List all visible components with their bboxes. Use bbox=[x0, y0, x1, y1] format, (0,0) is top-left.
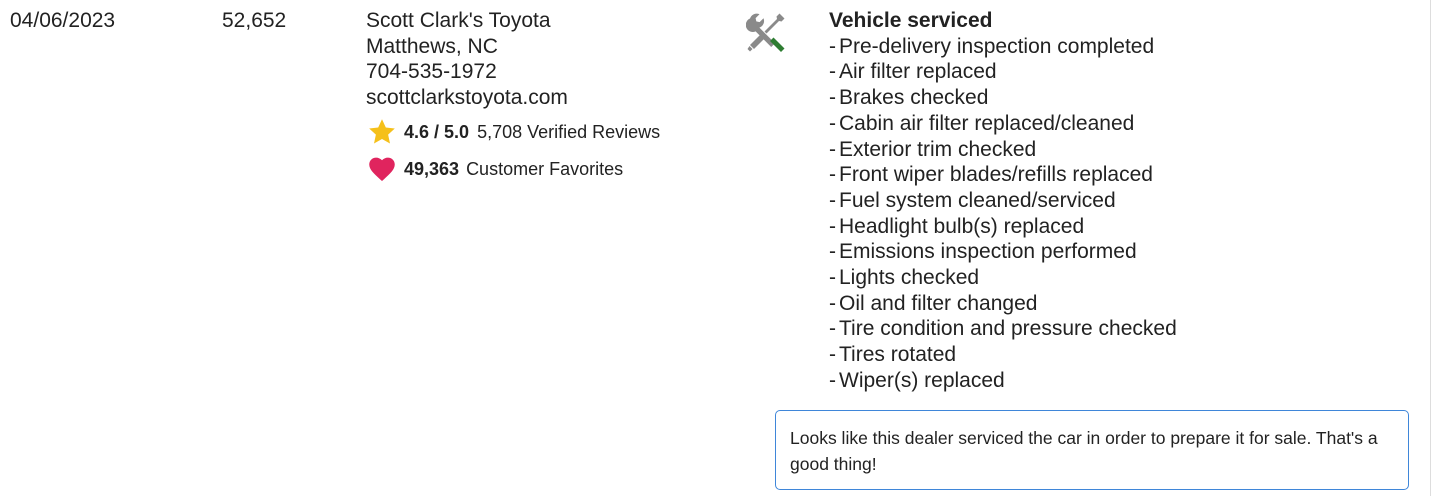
row-divider bbox=[1430, 0, 1431, 496]
star-icon bbox=[369, 119, 395, 144]
dealer-rating[interactable]: 4.6 / 5.0 5,708 Verified Reviews bbox=[366, 117, 726, 147]
heart-icon bbox=[369, 157, 395, 181]
list-item: - Brakes checked bbox=[829, 86, 989, 110]
list-item: - Exterior trim checked bbox=[829, 137, 1037, 161]
list-item: - Tire condition and pressure checked bbox=[829, 317, 1177, 341]
service-details: Vehicle serviced - Pre-delivery inspectio… bbox=[829, 8, 1429, 394]
dealer-website[interactable]: scottclarkstoyota.com bbox=[366, 85, 726, 111]
list-item: - Front wiper blades/refills replaced bbox=[829, 163, 1153, 187]
list-item: - Pre-delivery inspection completed bbox=[829, 34, 1155, 58]
dealer-favorites[interactable]: 49,363 Customer Favorites bbox=[366, 154, 726, 184]
list-item: - Air filter replaced bbox=[829, 60, 997, 84]
dealer-note-text: Looks like this dealer serviced the car … bbox=[790, 428, 1378, 474]
dealer-location: Matthews, NC bbox=[366, 34, 498, 58]
dealer-note-box: Looks like this dealer serviced the car … bbox=[775, 410, 1409, 490]
list-item: - Fuel system cleaned/serviced bbox=[829, 188, 1116, 212]
list-item: - Lights checked bbox=[829, 266, 980, 290]
rating-score: 4.6 / 5.0 bbox=[404, 121, 470, 142]
rating-reviews: 5,708 Verified Reviews bbox=[477, 121, 661, 142]
details-list: - Pre-delivery inspection completed - Air … bbox=[829, 34, 1429, 394]
dealer-name: Scott Clark's Toyota bbox=[366, 9, 551, 32]
list-item: - Emissions inspection performed bbox=[829, 240, 1137, 264]
details-title: Vehicle serviced bbox=[829, 9, 993, 32]
record-mileage: 52,652 bbox=[222, 9, 287, 32]
list-item: - Wiper(s) replaced bbox=[829, 368, 1005, 392]
record-date: 04/06/2023 bbox=[10, 9, 116, 32]
record-source: Scott Clark's Toyota Matthews, NC 704-53… bbox=[366, 8, 726, 184]
service-icon-cell bbox=[745, 11, 788, 53]
dealer-phone[interactable]: 704-535-1972 bbox=[366, 59, 726, 85]
list-item: - Headlight bulb(s) replaced bbox=[829, 214, 1085, 238]
list-item: - Oil and filter changed bbox=[829, 291, 1038, 315]
list-item: - Tires rotated bbox=[829, 343, 957, 367]
wrench-screwdriver-icon bbox=[745, 13, 785, 52]
history-record-row: 04/06/2023 52,652 Scott Clark's Toyota M… bbox=[0, 0, 1434, 496]
list-item: - Cabin air filter replaced/cleaned bbox=[829, 111, 1135, 135]
favorites-count: 49,363 bbox=[404, 158, 460, 179]
favorites-label: Customer Favorites bbox=[466, 158, 624, 179]
